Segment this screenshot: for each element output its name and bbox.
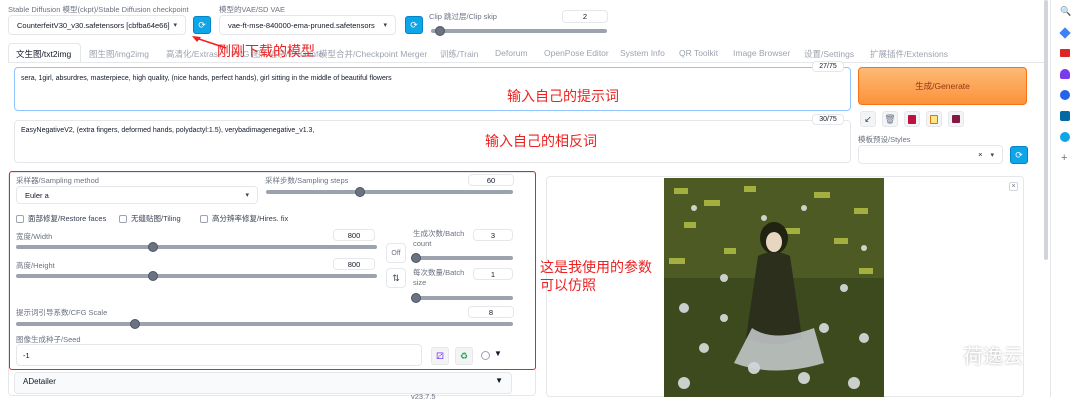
slider-knob[interactable] (434, 26, 445, 36)
prompt-textarea[interactable]: sera, 1girl, absurdres, masterpiece, hig… (14, 67, 851, 111)
generated-image[interactable] (664, 178, 884, 397)
tab-5[interactable]: 训练/Train (440, 48, 478, 60)
tab-10[interactable]: Image Browser (733, 48, 790, 58)
refresh-styles-button[interactable]: ⟳ (1010, 146, 1028, 164)
annotation-negative: 输入自己的相反词 (485, 133, 597, 149)
save-style-button[interactable] (948, 111, 964, 127)
triangle-down-icon: ▼ (495, 376, 503, 385)
extra-networks-button[interactable] (904, 111, 920, 127)
chevron-down-icon: ▾ (173, 22, 177, 29)
briefcase-icon[interactable] (1060, 49, 1070, 57)
checkpoint-select[interactable]: CounterfeitV30_v30.safetensors [cbfba64e… (8, 15, 186, 35)
clip-skip-input[interactable]: 2 (562, 10, 608, 23)
apply-style-button[interactable] (926, 111, 942, 127)
read-params-button[interactable]: ↙ (860, 111, 876, 127)
tab-0[interactable]: 文生图/txt2img (16, 48, 71, 60)
prompt-token-count: 27/75 (812, 61, 844, 72)
clipboard-icon (930, 114, 938, 124)
clip-skip-label: Clip 跳过层/Clip skip (429, 12, 497, 21)
annotation-params-2: 可以仿照 (540, 277, 596, 293)
annotation-model: 刚刚下载的模型 (217, 43, 315, 59)
refresh-icon: ⟳ (1015, 149, 1023, 160)
wechat-icon (927, 344, 956, 365)
search-icon[interactable]: 🔍 (1060, 6, 1071, 17)
generate-button[interactable]: 生成/Generate (858, 67, 1027, 105)
styles-label: 模板预设/Styles (858, 135, 911, 144)
refresh-checkpoint-button[interactable]: ⟳ (193, 16, 211, 34)
arrow-icon: ↙ (864, 113, 872, 124)
styles-select[interactable]: × ▾ (858, 145, 1003, 164)
negative-token-count: 30/75 (812, 114, 844, 125)
tab-8[interactable]: System Info (620, 48, 665, 58)
tab-7[interactable]: OpenPose Editor (544, 48, 609, 58)
clip-skip-slider[interactable] (431, 26, 607, 36)
refresh-icon: ⟳ (198, 19, 206, 30)
prompt-text: sera, 1girl, absurdres, masterpiece, hig… (21, 75, 392, 82)
annotation-highlight-box (9, 171, 536, 370)
annotation-prompt: 输入自己的提示词 (507, 88, 619, 104)
person-icon[interactable] (1060, 69, 1070, 79)
vae-select[interactable]: vae-ft-mse-840000-ema-pruned.safetensors… (219, 15, 396, 35)
chevron-down-icon: ▾ (383, 22, 387, 29)
refresh-icon: ⟳ (410, 19, 418, 30)
adetailer-accordion[interactable]: ADetailer ▼ (14, 372, 512, 394)
negative-prompt-textarea[interactable]: EasyNegativeV2, (extra fingers, deformed… (14, 120, 851, 163)
chevron-down-icon: ▾ (990, 151, 994, 159)
checkpoint-value: CounterfeitV30_v30.safetensors [cbfba64e… (17, 20, 170, 30)
refresh-vae-button[interactable]: ⟳ (405, 16, 423, 34)
app-icon[interactable] (1060, 132, 1070, 142)
annotation-params-1: 这是我使用的参数 (540, 259, 652, 275)
copilot-icon[interactable] (1060, 90, 1070, 100)
checkpoint-label: Stable Diffusion 模型(ckpt)/Stable Diffusi… (8, 5, 189, 14)
adetailer-label: ADetailer (23, 377, 56, 386)
trash-button[interactable]: 🗑 (882, 111, 898, 127)
watermark: 荷逸云 (927, 340, 1023, 369)
close-icon[interactable]: × (1009, 182, 1018, 191)
card-icon (908, 114, 916, 124)
save-icon (952, 115, 960, 123)
page-scrollbar[interactable] (1044, 0, 1048, 260)
vae-value: vae-ft-mse-840000-ema-pruned.safetensors (228, 20, 375, 30)
tab-9[interactable]: QR Toolkit (679, 48, 718, 58)
add-icon[interactable]: + (1061, 152, 1067, 164)
tab-12[interactable]: 扩展插件/Extensions (870, 48, 948, 60)
negative-prompt-text: EasyNegativeV2, (extra fingers, deformed… (21, 127, 315, 134)
trash-icon: 🗑 (884, 113, 896, 124)
watermark-text: 荷逸云 (963, 346, 1023, 368)
annotation-arrow-icon (192, 36, 227, 49)
tab-4[interactable]: 模型合并/Checkpoint Merger (319, 48, 427, 60)
outlook-icon[interactable] (1060, 111, 1070, 121)
tab-11[interactable]: 设置/Settings (804, 48, 854, 60)
tab-6[interactable]: Deforum (495, 48, 528, 58)
browser-side-rail (1050, 0, 1080, 397)
vae-label: 模型的VAE/SD VAE (219, 5, 285, 14)
clear-styles-icon[interactable]: × (978, 150, 982, 159)
tab-1[interactable]: 图生图/img2img (89, 48, 149, 60)
